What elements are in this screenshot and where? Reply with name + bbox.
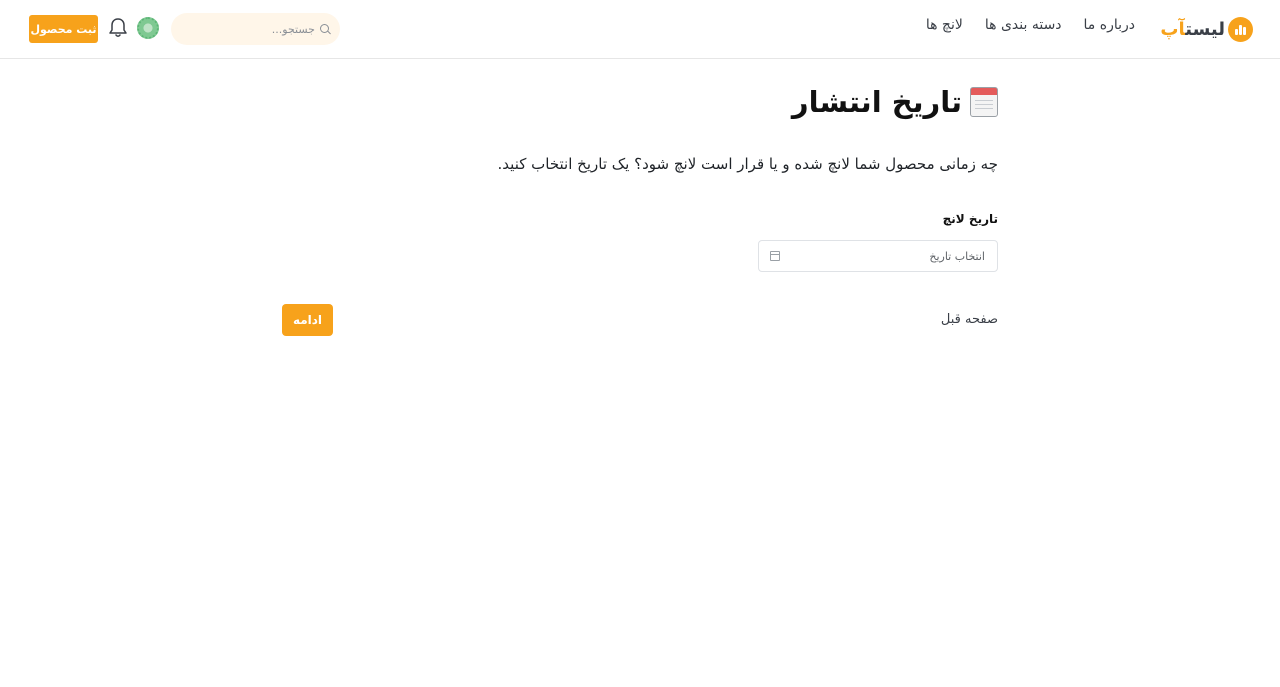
- logo-text: لیستآپ: [1160, 18, 1225, 40]
- search-input[interactable]: [195, 22, 315, 36]
- submit-product-button[interactable]: ثبت محصول: [29, 15, 98, 43]
- page-title: تاریخ انتشار: [791, 85, 962, 119]
- launch-date-label: تاریخ لانچ: [942, 212, 998, 226]
- continue-button[interactable]: ادامه: [282, 304, 333, 336]
- main-nav: لانچ ها دسته بندی ها درباره ما: [926, 17, 1135, 33]
- site-logo[interactable]: لیستآپ: [1160, 15, 1253, 43]
- chart-bubble-icon: [1228, 16, 1253, 42]
- calendar-small-icon: [770, 251, 780, 261]
- top-navbar: لیستآپ لانچ ها دسته بندی ها درباره ما ثب…: [0, 0, 1280, 59]
- avatar[interactable]: [137, 17, 159, 39]
- search-icon: [320, 23, 331, 35]
- nav-launches[interactable]: لانچ ها: [926, 17, 963, 33]
- date-placeholder: انتخاب تاریخ: [929, 249, 985, 263]
- page-subtitle: چه زمانی محصول شما لانچ شده و یا قرار اس…: [497, 155, 998, 173]
- previous-page-link[interactable]: صفحه قبل: [941, 312, 998, 327]
- nav-about[interactable]: درباره ما: [1084, 17, 1135, 33]
- title-row: تاریخ انتشار: [792, 85, 998, 119]
- launch-date-picker[interactable]: انتخاب تاریخ: [758, 240, 998, 272]
- bell-icon[interactable]: [108, 17, 128, 39]
- calendar-icon: [970, 87, 998, 117]
- search-box[interactable]: [171, 13, 340, 45]
- nav-categories[interactable]: دسته بندی ها: [985, 17, 1062, 33]
